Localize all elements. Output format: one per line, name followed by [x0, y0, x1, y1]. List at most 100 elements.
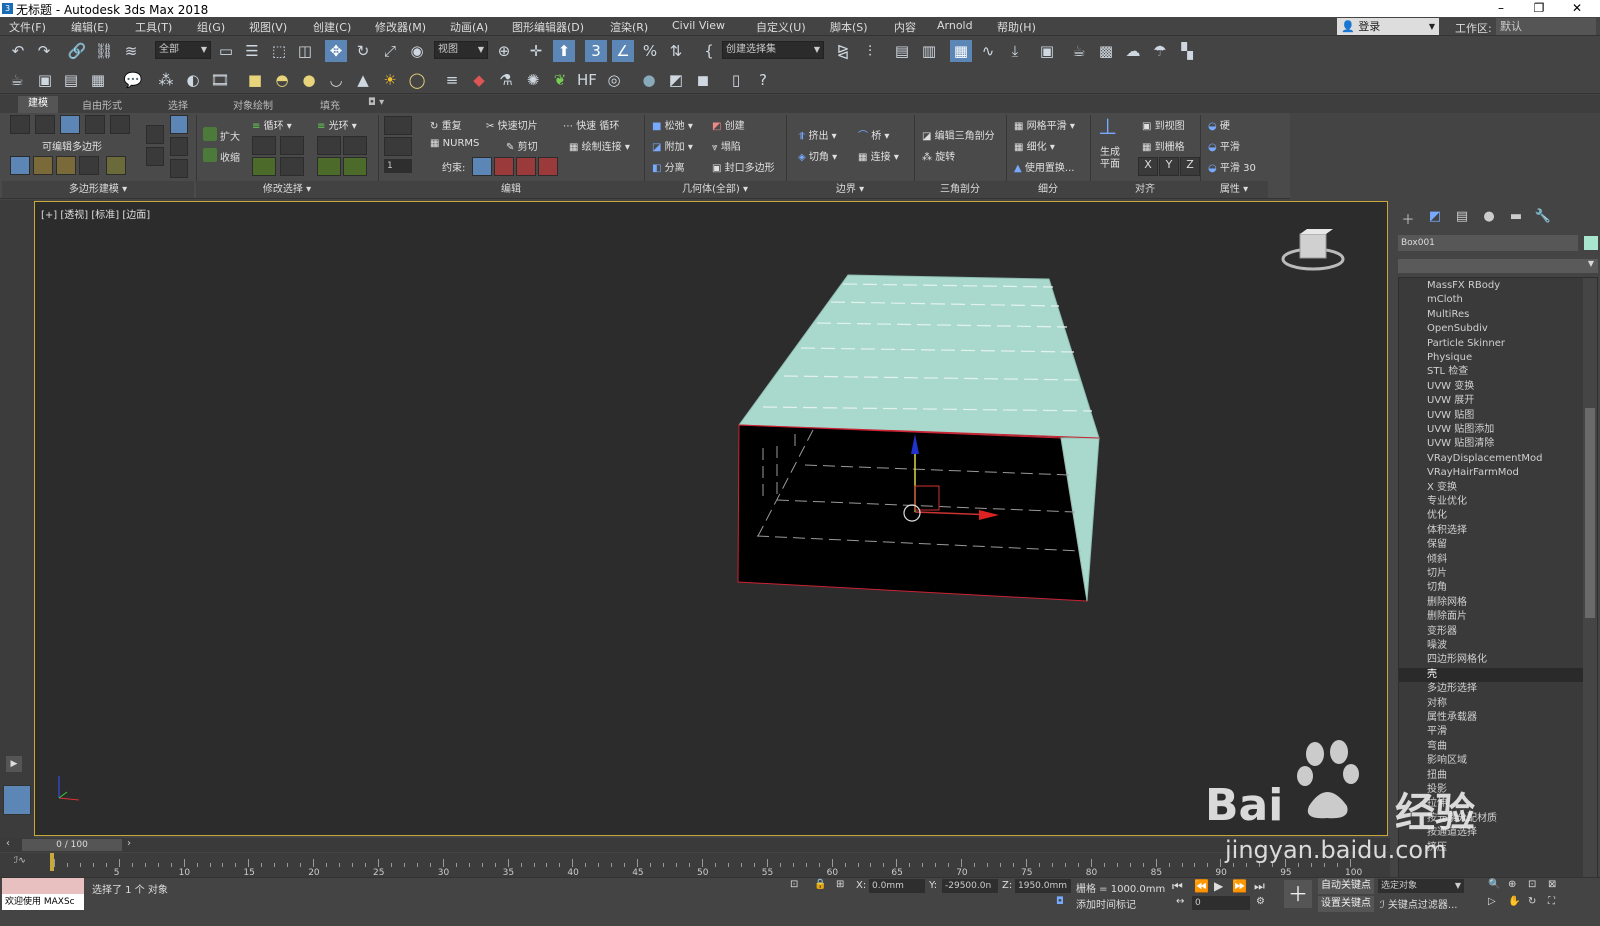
- lock-icon[interactable]: 🔒: [814, 879, 826, 890]
- object-color-swatch[interactable]: [1584, 236, 1598, 250]
- stack-up-icon[interactable]: [170, 137, 188, 156]
- turn-button[interactable]: ⁂ 旋转: [922, 148, 955, 163]
- material-editor-icon[interactable]: ▣: [1036, 40, 1058, 62]
- ribbon-options-icon[interactable]: ◘ ▾: [368, 97, 384, 108]
- z-coordinate-field[interactable]: 1950.0mm: [1015, 879, 1071, 893]
- tab-selection[interactable]: 选择: [168, 97, 188, 112]
- prev-key-icon[interactable]: ⏪: [1194, 879, 1209, 893]
- maximize-viewport-icon[interactable]: ⛶: [1548, 896, 1555, 907]
- to-grid-button[interactable]: ▦ 到栅格: [1142, 138, 1185, 153]
- ring-mode-icon[interactable]: [317, 157, 341, 176]
- element-mode-icon[interactable]: [110, 115, 130, 134]
- help-icon[interactable]: ?: [752, 69, 774, 91]
- next-frame-icon[interactable]: ›: [127, 838, 131, 849]
- play-icon[interactable]: ▶: [1214, 879, 1223, 893]
- x-coordinate-field[interactable]: 0.0mm: [869, 879, 925, 893]
- align-x-button[interactable]: X: [1138, 157, 1158, 176]
- modifier-item[interactable]: 倾斜: [1427, 553, 1447, 567]
- menu-edit[interactable]: 编辑(E): [71, 19, 109, 35]
- modifier-item[interactable]: MultiRes: [1427, 308, 1469, 322]
- grid-list-icon[interactable]: ▦: [87, 69, 109, 91]
- modifier-item[interactable]: UVW 变换: [1427, 380, 1474, 394]
- create-button[interactable]: ◩ 创建: [712, 117, 745, 132]
- menu-help[interactable]: 帮助(H): [997, 19, 1036, 35]
- tab-object-paint[interactable]: 对象绘制: [233, 97, 273, 112]
- curve-editor-icon[interactable]: ∿: [977, 40, 999, 62]
- menu-rendering[interactable]: 渲染(R): [610, 19, 648, 35]
- next-key-icon[interactable]: ⏩: [1232, 879, 1247, 893]
- paint-connect-button[interactable]: ▦ 绘制连接 ▾: [569, 138, 630, 153]
- link-icon[interactable]: 🔗: [66, 40, 88, 62]
- material-sphere-icon[interactable]: ●: [638, 69, 660, 91]
- grass-icon[interactable]: ❦: [549, 69, 571, 91]
- extrude-button[interactable]: ⥣ 挤出 ▾: [798, 127, 837, 142]
- menu-create[interactable]: 创建(C): [313, 19, 351, 35]
- rendered-frame-icon[interactable]: ▩: [1095, 40, 1117, 62]
- menu-content[interactable]: 内容: [894, 19, 916, 35]
- render-frame-icon[interactable]: ▣: [34, 69, 56, 91]
- sphere-half-icon[interactable]: ◓: [271, 69, 293, 91]
- shrink-button[interactable]: 收缩: [220, 149, 240, 164]
- loop-button[interactable]: ≡ 循环 ▾: [252, 117, 292, 132]
- orbit-icon[interactable]: ↻: [1528, 896, 1536, 907]
- edit-spinner[interactable]: 1: [384, 159, 412, 173]
- isolate-icon[interactable]: ⊡: [790, 879, 798, 890]
- polygon-mode-icon[interactable]: [85, 115, 105, 134]
- pivot-center-icon[interactable]: ⊕: [493, 40, 515, 62]
- pin-stack-icon[interactable]: [56, 156, 76, 175]
- modifier-item[interactable]: 四边形网格化: [1427, 653, 1487, 667]
- stack-down-icon[interactable]: [170, 159, 188, 178]
- edge-mode-icon[interactable]: [35, 115, 55, 134]
- sphere-icon[interactable]: ●: [298, 69, 320, 91]
- window-crossing-icon[interactable]: ◫: [294, 40, 316, 62]
- geometry-footer[interactable]: 几何体(全部) ▾: [644, 181, 786, 198]
- menu-animation[interactable]: 动画(A): [450, 19, 488, 35]
- modifier-item[interactable]: 噪波: [1427, 639, 1447, 653]
- sound-icon[interactable]: ◐: [182, 69, 204, 91]
- cone-icon[interactable]: ▲: [352, 69, 374, 91]
- key-mode-icon[interactable]: ↔: [1176, 896, 1184, 907]
- modifier-item[interactable]: VRayDisplacementMod: [1427, 452, 1542, 466]
- configure-modifiers-icon[interactable]: [79, 156, 99, 175]
- modifier-list-scrollbar[interactable]: [1583, 278, 1597, 888]
- dot-loop-icon[interactable]: [280, 157, 304, 176]
- zoom-extents-icon[interactable]: ⊡: [1528, 879, 1536, 890]
- selection-filter-dropdown[interactable]: 全部 ▼: [155, 41, 211, 59]
- ring-button[interactable]: ≡ 光环 ▾: [317, 117, 357, 132]
- modifier-item[interactable]: STL 检查: [1427, 365, 1468, 379]
- modifier-item[interactable]: UVW 展开: [1427, 394, 1474, 408]
- sun-icon[interactable]: ☀: [379, 69, 401, 91]
- mirror-icon[interactable]: ⧎: [832, 40, 854, 62]
- globe-icon[interactable]: ✺: [522, 69, 544, 91]
- scroll-thumb[interactable]: [1585, 408, 1595, 618]
- modifier-item[interactable]: MassFX RBody: [1427, 279, 1500, 293]
- loop-mode-icon[interactable]: [252, 157, 276, 176]
- modifier-item[interactable]: 体积选择: [1427, 524, 1467, 538]
- bridge-button[interactable]: ⌒ 桥 ▾: [858, 127, 889, 142]
- attach-button[interactable]: ◪ 附加 ▾: [652, 138, 693, 153]
- modifier-item[interactable]: 属性承载器: [1427, 711, 1477, 725]
- modifier-item[interactable]: 删除面片: [1427, 610, 1467, 624]
- smooth30-button[interactable]: ◒ 平滑 30: [1208, 159, 1256, 174]
- track-bar[interactable]: ℐ∿ 5 10 15 20 25 30 35 40 45 50 55 60 65 70 75 80 85 90 95…: [0, 853, 1390, 878]
- create-tab-icon[interactable]: ＋: [1398, 209, 1418, 228]
- modifier-item[interactable]: UVW 贴图添加: [1427, 423, 1494, 437]
- list-icon[interactable]: ▤: [60, 69, 82, 91]
- angle-snap-icon[interactable]: ∠: [612, 40, 634, 62]
- modifier-item[interactable]: 切片: [1427, 567, 1447, 581]
- current-frame-field[interactable]: 0: [1192, 896, 1250, 910]
- modifier-item[interactable]: Particle Skinner: [1427, 337, 1505, 351]
- frame-buffer-icon[interactable]: ▯: [725, 69, 747, 91]
- modifier-item[interactable]: 多边形选择: [1427, 682, 1477, 696]
- modifier-item[interactable]: Physique: [1427, 351, 1472, 365]
- collapse-button[interactable]: ⩔ 塌陷: [712, 138, 741, 153]
- paint-select-icon[interactable]: [384, 137, 412, 156]
- mini-curve-icon[interactable]: ℐ∿: [14, 856, 26, 866]
- ignore-backfacing-icon[interactable]: [170, 115, 188, 134]
- menu-graph-editors[interactable]: 图形编辑器(D): [512, 19, 584, 35]
- motion-tab-icon[interactable]: ●: [1479, 209, 1499, 227]
- mat-editor-icon[interactable]: ◩: [665, 69, 687, 91]
- move-icon[interactable]: ✥: [325, 40, 347, 62]
- teapot-icon[interactable]: ☕: [6, 69, 28, 91]
- selected-object-dropdown[interactable]: 选定对象 ▼: [1378, 879, 1464, 893]
